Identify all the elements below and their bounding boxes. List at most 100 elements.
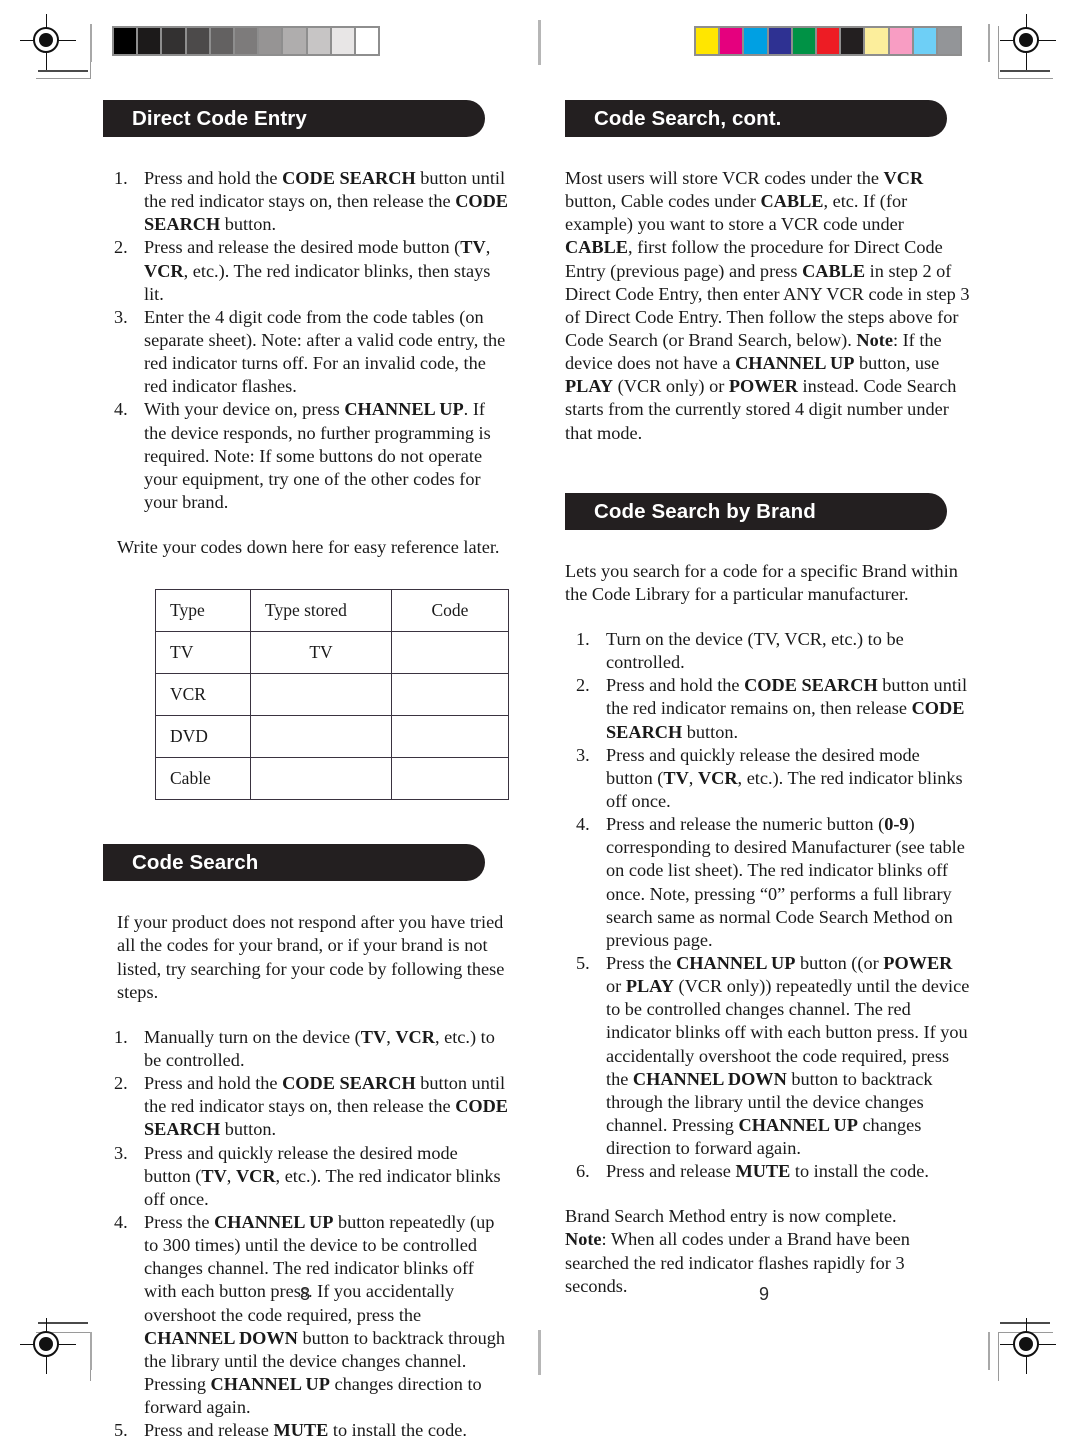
page-number-left: 8 (300, 1284, 311, 1304)
emphasis-text: CABLE (760, 191, 824, 212)
table-cell: TV (154, 631, 252, 675)
list-item-text: With your device on, press CHANNEL UP. I… (144, 399, 491, 512)
emphasis-text: POWER (728, 376, 798, 397)
emphasis-text: TV (460, 237, 486, 258)
emphasis-text: PLAY (625, 976, 674, 997)
emphasis-text: Note (565, 1229, 602, 1250)
list-item-number: 1. (114, 168, 128, 188)
list-item-text: Turn on the device (TV, VCR, etc.) to be… (606, 628, 904, 673)
table-cell[interactable]: TV (250, 631, 392, 675)
emphasis-text: CABLE (802, 260, 866, 281)
list-item: 1. Press and hold the CODE SEARCH button … (103, 167, 509, 236)
emphasis-text: TV (663, 767, 689, 788)
list-item-text: Press and hold the CODE SEARCH button un… (606, 675, 968, 742)
list-item-text: Press the CHANNEL UP button repeatedly (… (144, 1211, 506, 1418)
table-cell[interactable] (390, 631, 510, 675)
list-item-number: 1. (576, 628, 590, 649)
list-item: 5. Press and release MUTE to install the … (103, 1419, 509, 1442)
table-row: DVD (154, 715, 510, 759)
table-cell[interactable] (250, 715, 392, 759)
list-item-number: 5. (576, 952, 590, 973)
emphasis-text: VCR (697, 767, 738, 788)
emphasis-text: CODE SEARCH (282, 1073, 416, 1094)
emphasis-text: POWER (883, 952, 953, 973)
emphasis-text: CHANNEL UP (210, 1373, 330, 1394)
table-header-cell: Type (154, 589, 252, 633)
section-heading-direct-code-entry: Direct Code Entry (103, 100, 485, 137)
emphasis-text: CHANNEL UP (344, 399, 464, 420)
emphasis-text: CODE SEARCH (744, 675, 878, 696)
right-page-column: Code Search, cont. Most users will store… (565, 100, 971, 1298)
table-cell[interactable] (250, 757, 392, 801)
steps-direct-code-entry: 1. Press and hold the CODE SEARCH button … (103, 167, 509, 514)
list-item: 3. Press and quickly release the desired … (103, 1142, 509, 1211)
list-item-number: 2. (576, 675, 590, 696)
list-item: 3. Press and quickly release the desired … (565, 744, 971, 813)
write-codes-note: Write your codes down here for easy refe… (117, 537, 500, 558)
emphasis-text: VCR (144, 260, 184, 281)
list-item-text: Press and quickly release the desired mo… (144, 1142, 501, 1209)
list-item: 1. Manually turn on the device (TV, VCR, … (103, 1026, 509, 1072)
table-row: Cable (154, 757, 510, 801)
list-item: 2. Press and hold the CODE SEARCH button … (565, 674, 971, 743)
list-item-text: Press and release the desired mode butto… (144, 237, 491, 304)
emphasis-text: Note (856, 329, 893, 350)
user-code-record-table: Type Type stored Code TV TV VCR DVD Cable (154, 589, 510, 801)
manual-page-left: Direct Code Entry 1. Press and hold the C… (0, 0, 540, 1440)
list-item-number: 3. (114, 1142, 128, 1163)
table-cell[interactable] (390, 673, 510, 717)
emphasis-text: CHANNEL UP (676, 952, 796, 973)
emphasis-text: CHANNEL DOWN (632, 1068, 787, 1089)
table-cell[interactable] (390, 715, 510, 759)
table-header-cell: Type stored (250, 589, 392, 633)
list-item: 1. Turn on the device (TV, VCR, etc.) to … (565, 628, 971, 674)
steps-code-search: 1. Manually turn on the device (TV, VCR, … (103, 1026, 509, 1442)
code-search-intro: If your product does not respond after y… (117, 912, 505, 1002)
list-item-text: Press and release MUTE to install the co… (606, 1161, 929, 1182)
list-item-text: Press the CHANNEL UP button ((or POWER o… (606, 952, 970, 1159)
list-item-number: 2. (114, 237, 128, 258)
list-item-text: Press and hold the CODE SEARCH button un… (144, 168, 509, 235)
emphasis-text: CABLE (565, 237, 628, 258)
left-page-column: Direct Code Entry 1. Press and hold the C… (103, 100, 510, 1442)
brand-search-complete-line: Brand Search Method entry is now complet… (565, 1206, 897, 1227)
emphasis-text: VCR (883, 168, 924, 188)
list-item: 2. Press and release the desired mode but… (103, 236, 509, 305)
table-cell: VCR (154, 673, 252, 717)
emphasis-text: VCR (395, 1026, 435, 1047)
list-item-number: 3. (114, 306, 128, 327)
table-row: VCR (154, 673, 510, 717)
emphasis-text: VCR (235, 1165, 276, 1186)
table-cell[interactable] (390, 757, 510, 801)
emphasis-text: CODE SEARCH (282, 168, 416, 188)
code-search-by-brand-intro: Lets you search for a code for a specifi… (565, 560, 958, 604)
steps-code-search-by-brand: 1. Turn on the device (TV, VCR, etc.) to … (565, 628, 971, 1183)
emphasis-text: PLAY (565, 376, 614, 397)
table-cell[interactable] (250, 673, 392, 717)
list-item: 6. Press and release MUTE to install the … (565, 1160, 971, 1183)
code-search-cont-body: Most users will store VCR codes under th… (565, 168, 970, 443)
table-cell: DVD (154, 715, 252, 759)
list-item: 4. With your device on, press CHANNEL UP.… (103, 398, 509, 514)
emphasis-text: TV (360, 1026, 387, 1047)
list-item: 4. Press the CHANNEL UP button repeatedly… (103, 1211, 509, 1419)
emphasis-text: CHANNEL UP (738, 1114, 858, 1135)
list-item-text: Manually turn on the device (TV, VCR, et… (144, 1026, 495, 1070)
section-heading-code-search-by-brand: Code Search by Brand (565, 492, 947, 530)
list-item-text: Press and release the numeric button (0-… (606, 814, 965, 950)
list-item-number: 4. (114, 1211, 128, 1232)
list-item-number: 4. (576, 814, 590, 835)
list-item-number: 3. (576, 744, 590, 765)
list-item: 3. Enter the 4 digit code from the code t… (103, 306, 509, 399)
table-header-row: Type Type stored Code (154, 589, 510, 633)
page-number-right: 9 (759, 1284, 770, 1304)
emphasis-text: MUTE (273, 1420, 329, 1441)
list-item-text: Press and release MUTE to install the co… (144, 1420, 467, 1441)
list-item-number: 1. (114, 1026, 128, 1047)
section-heading-code-search: Code Search (103, 844, 485, 882)
list-item-text: Press and quickly release the desired mo… (606, 744, 963, 811)
list-item: 5. Press the CHANNEL UP button ((or POWER… (565, 952, 971, 1160)
emphasis-text: CHANNEL UP (735, 353, 855, 374)
list-item-number: 4. (114, 399, 128, 420)
list-item-number: 5. (114, 1420, 128, 1441)
